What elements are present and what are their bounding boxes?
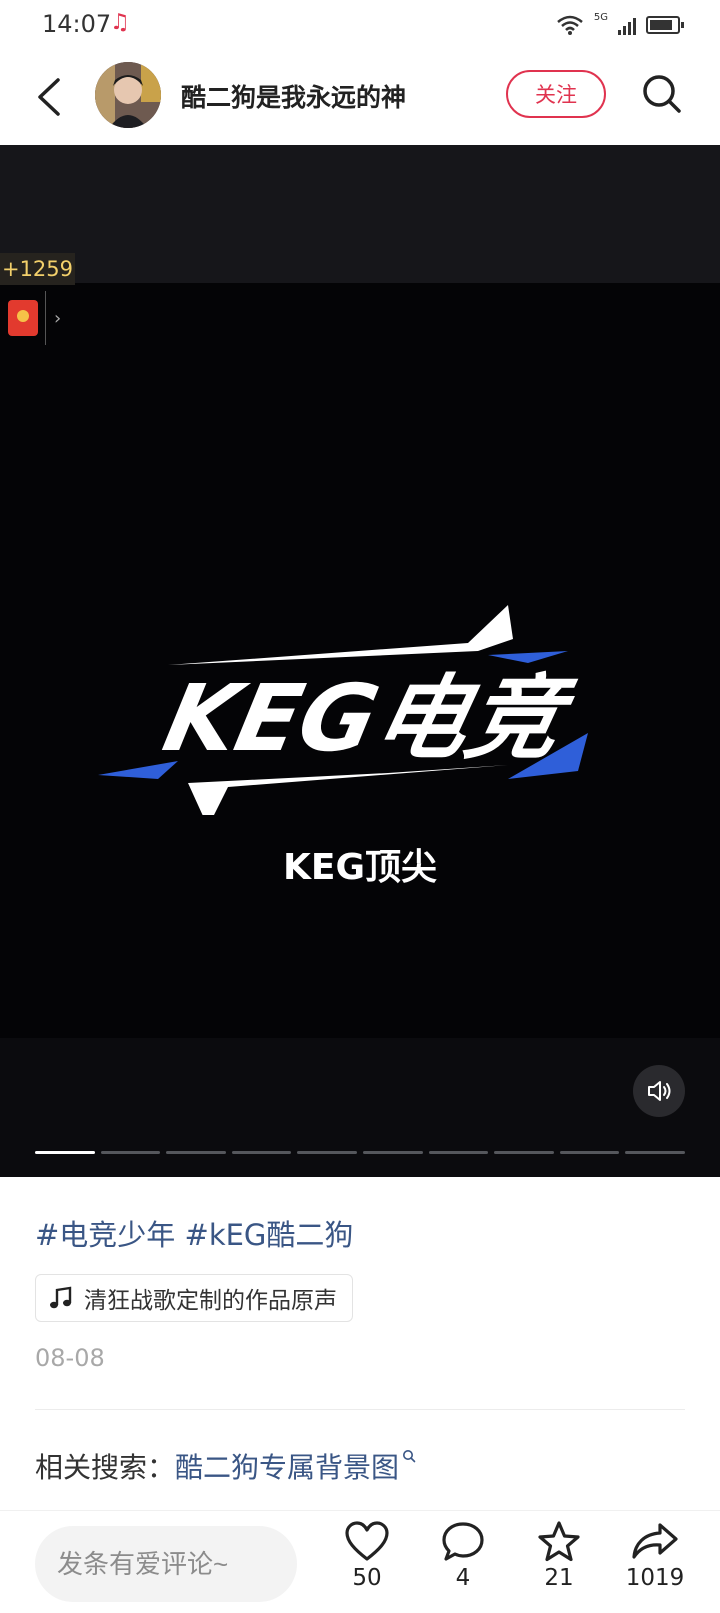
share-button[interactable]: 1019 <box>615 1521 695 1591</box>
favorite-button[interactable]: 21 <box>519 1521 599 1591</box>
slide-progress <box>35 1151 685 1155</box>
comment-input[interactable] <box>35 1526 297 1602</box>
status-indicators: 5G <box>556 10 684 40</box>
hashtags[interactable]: #电竞少年 #kEG酷二狗 <box>35 1212 353 1254</box>
slide-progress-segment <box>166 1151 226 1154</box>
media-viewer[interactable]: +1259 › KEG电竞 KEG顶尖 <box>0 145 720 1177</box>
chevron-right-icon: › <box>54 307 62 329</box>
status-bar: 14:07 ♫ 5G <box>0 0 720 50</box>
logo-wing-top <box>168 605 513 665</box>
bottom-action-bar: 50 4 21 1019 <box>0 1510 720 1613</box>
follow-button[interactable]: 关注 <box>506 70 606 118</box>
red-packet-divider <box>45 291 46 345</box>
media-caption: KEG顶尖 <box>282 847 438 888</box>
search-button[interactable] <box>640 72 684 116</box>
signal-icon <box>618 15 636 35</box>
slide-progress-segment <box>100 1151 161 1154</box>
header: 酷二狗是我永远的神 关注 <box>0 50 720 145</box>
music-notification-icon: ♫ <box>110 10 130 35</box>
slide-progress-segment <box>362 1151 423 1154</box>
slide-progress-segment <box>428 1151 489 1154</box>
slide-progress-segment <box>494 1151 554 1154</box>
related-search: 相关搜索： 酷二狗专属背景图 <box>35 1446 416 1486</box>
related-search-link[interactable]: 酷二狗专属背景图 <box>175 1446 399 1486</box>
author-avatar[interactable] <box>95 62 161 128</box>
wifi-icon <box>557 15 583 35</box>
like-count: 50 <box>352 1565 382 1591</box>
comment-bubble-icon <box>442 1522 484 1561</box>
red-packet-icon <box>8 300 38 336</box>
slide-progress-segment <box>625 1151 685 1154</box>
media-top-band <box>0 145 720 283</box>
music-note-icon <box>50 1286 72 1309</box>
network-type: 5G <box>593 11 608 23</box>
music-title: 清狂战歌定制的作品原声 <box>84 1288 337 1314</box>
related-search-label: 相关搜索： <box>35 1451 176 1484</box>
back-button[interactable] <box>30 72 70 122</box>
red-packet-widget[interactable]: › <box>0 291 72 345</box>
slide-progress-segment <box>35 1151 95 1154</box>
logo-wing-bottom <box>188 765 508 815</box>
slide-progress-segment <box>559 1151 620 1154</box>
music-chip[interactable]: 清狂战歌定制的作品原声 <box>35 1274 353 1322</box>
heart-icon <box>345 1521 389 1561</box>
logo-blue-stroke-top <box>488 651 568 663</box>
keg-logo: KEG电竞 <box>98 605 588 815</box>
avatar-image <box>95 62 161 128</box>
logo-text: KEG电竞 <box>155 665 582 772</box>
search-icon <box>643 75 681 113</box>
share-count: 1019 <box>625 1565 685 1591</box>
star-icon <box>538 1521 580 1562</box>
post-date: 08-08 <box>35 1344 105 1372</box>
back-arrow-icon <box>38 78 60 116</box>
mute-button[interactable] <box>633 1065 685 1117</box>
content-divider <box>35 1409 685 1410</box>
share-arrow-icon <box>632 1523 678 1559</box>
slide-progress-segment <box>231 1151 292 1154</box>
battery-icon <box>646 16 684 34</box>
author-name[interactable]: 酷二狗是我永远的神 <box>181 78 406 114</box>
comment-button[interactable]: 4 <box>423 1521 503 1591</box>
speaker-icon <box>648 1081 671 1101</box>
favorite-count: 21 <box>544 1565 574 1591</box>
coin-count-badge: +1259 <box>0 253 75 285</box>
like-button[interactable]: 50 <box>327 1521 407 1591</box>
small-search-icon <box>403 1450 416 1463</box>
status-time: 14:07 <box>42 10 112 38</box>
comment-count: 4 <box>455 1565 471 1591</box>
slide-progress-segment <box>297 1151 357 1154</box>
media-bottom-band <box>0 1038 720 1177</box>
